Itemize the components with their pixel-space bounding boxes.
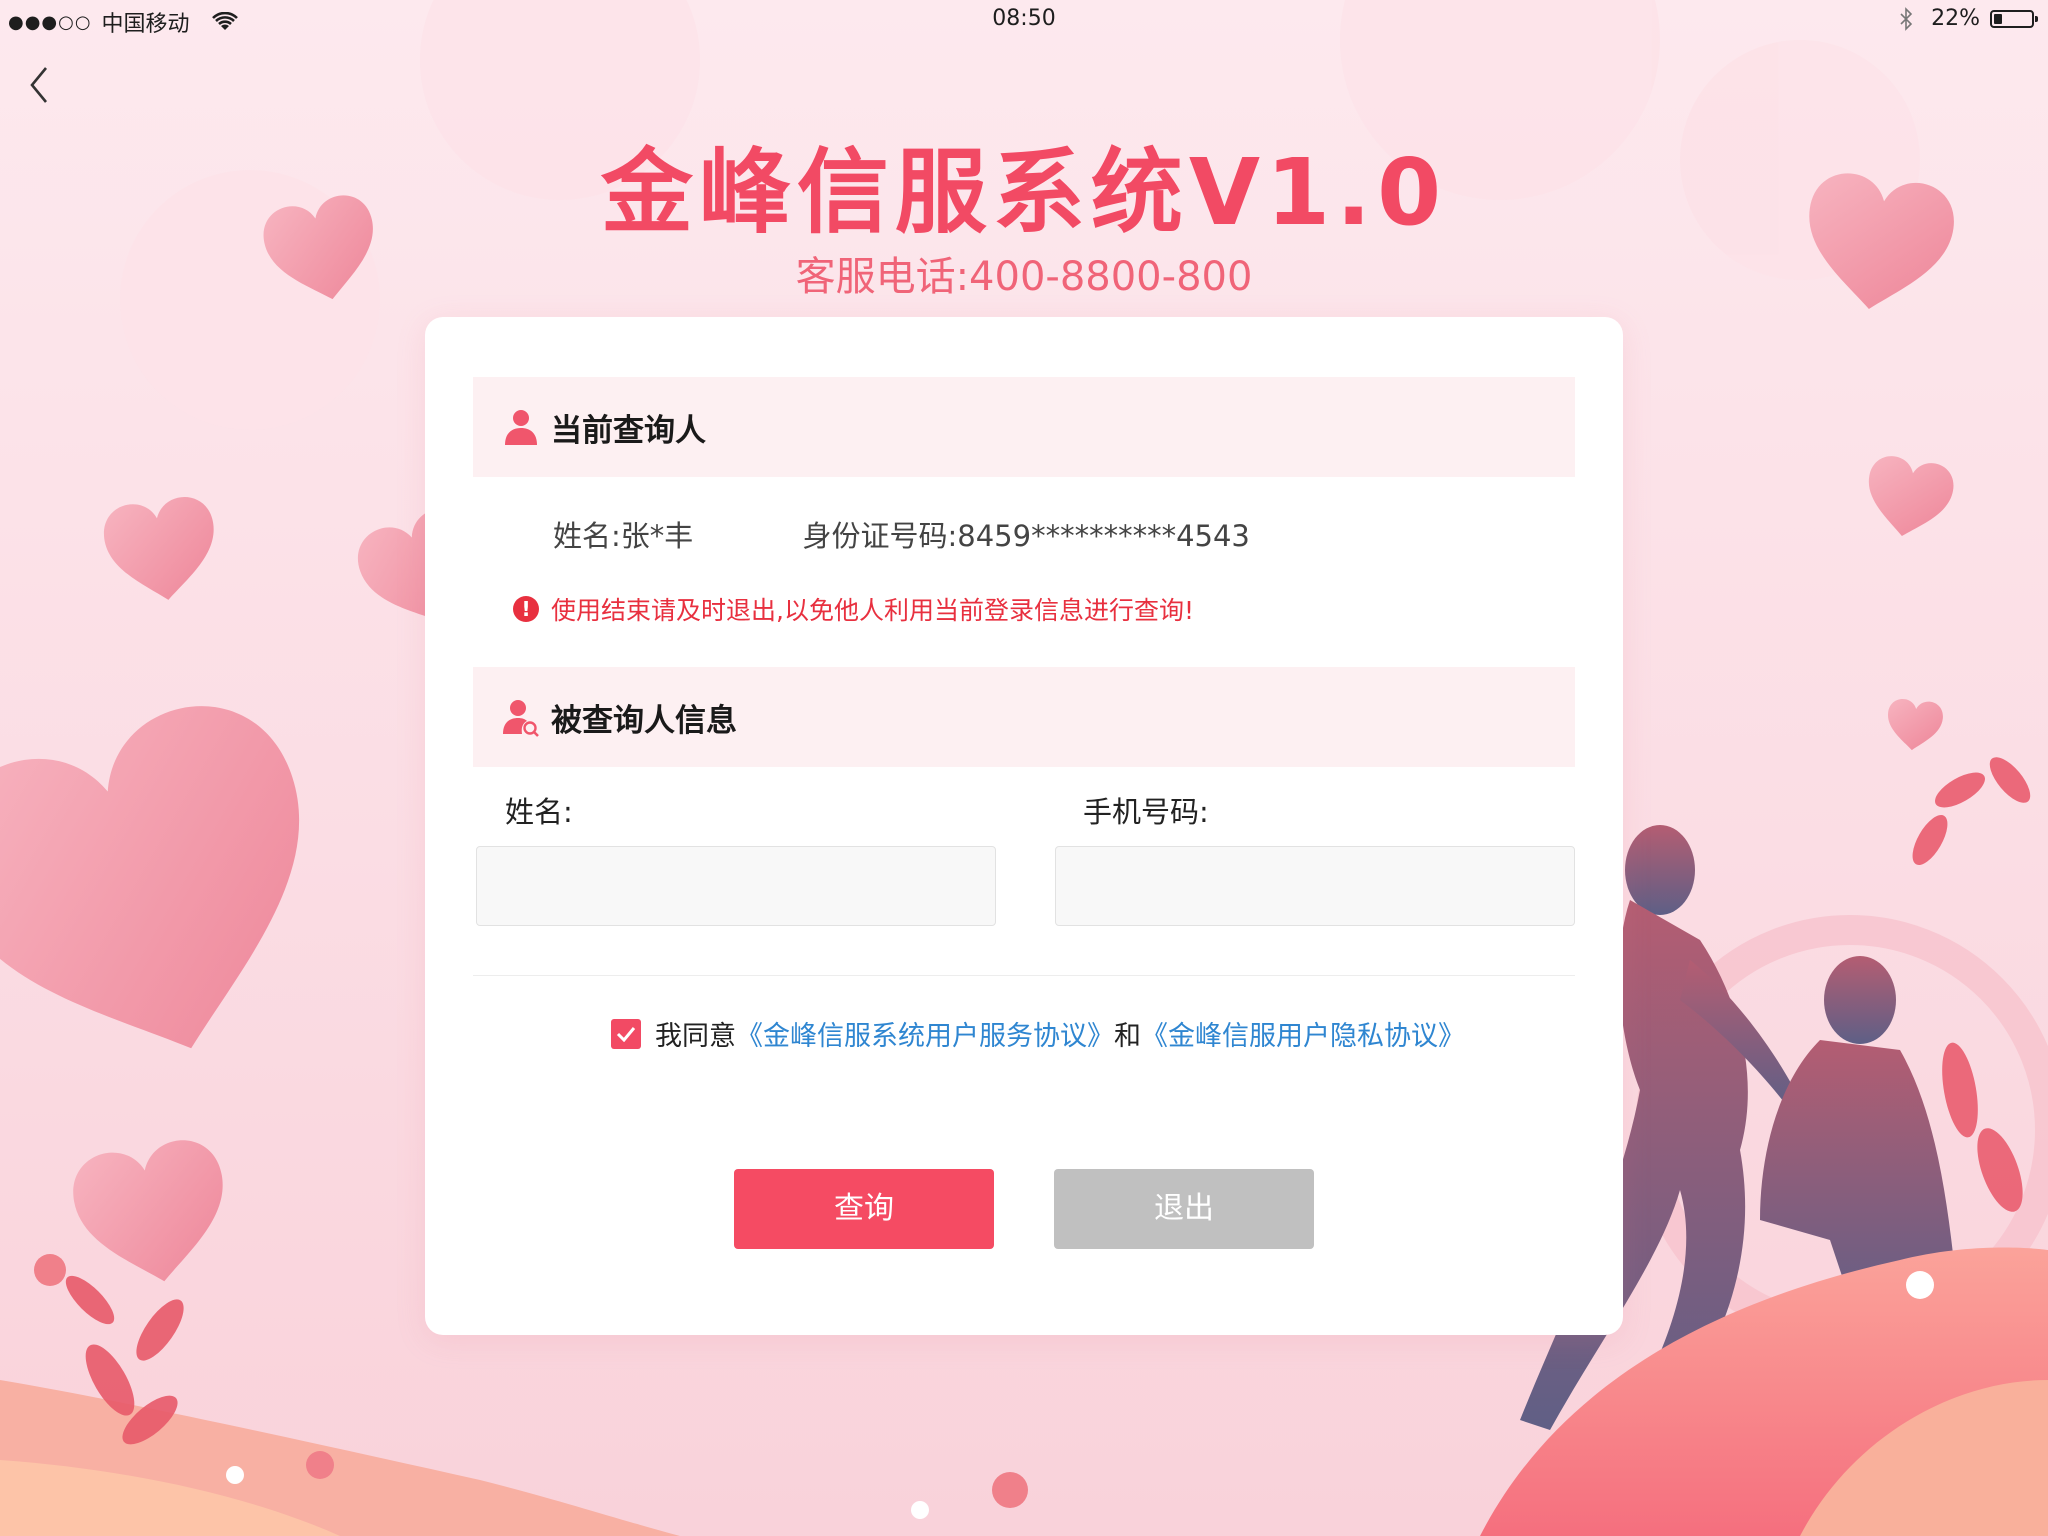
exit-button[interactable]: 退出 (1054, 1169, 1314, 1249)
logout-warning: ! 使用结束请及时退出,以免他人利用当前登录信息进行查询! (513, 591, 1194, 627)
warning-text: 使用结束请及时退出,以免他人利用当前登录信息进行查询! (551, 596, 1194, 625)
current-user-section-title: 当前查询人 (551, 412, 706, 449)
query-form-card: 当前查询人 姓名:张*丰 身份证号码:8459**********4543 ! … (425, 317, 1623, 1335)
heart-decoration (0, 681, 363, 1104)
current-user-id-number: 身份证号码:8459**********4543 (802, 519, 1250, 553)
divider (473, 975, 1575, 976)
checkmark-icon (616, 1026, 636, 1042)
query-button[interactable]: 查询 (734, 1169, 994, 1249)
name-field-label: 姓名: (505, 795, 573, 829)
user-search-icon (503, 700, 539, 737)
agreement-checkbox[interactable] (611, 1018, 641, 1049)
agreement-conjunction: 和 (1114, 1021, 1141, 1052)
privacy-agreement-link[interactable]: 《金峰信服用户隐私协议》 (1141, 1014, 1465, 1053)
heart-decoration (1884, 697, 1945, 753)
warning-icon: ! (513, 596, 539, 622)
battery-level (1994, 13, 2002, 24)
bluetooth-icon (1900, 6, 1913, 31)
name-input[interactable] (476, 846, 996, 926)
phone-field-label: 手机号码: (1083, 795, 1209, 829)
heart-decoration (1860, 452, 1958, 544)
status-bar-time: 08:50 (992, 6, 1056, 31)
current-user-name: 姓名:张*丰 (553, 519, 694, 553)
service-agreement-link[interactable]: 《金峰信服系统用户服务协议》 (736, 1014, 1114, 1053)
heart-decoration (66, 1134, 239, 1295)
status-bar: ●●●○○ 中国移动 08:50 22% (0, 0, 2048, 40)
user-icon (505, 410, 537, 445)
battery-percent: 22% (1931, 6, 1980, 31)
back-button[interactable] (20, 60, 60, 110)
chevron-left-icon (30, 67, 48, 103)
agreement-prefix: 我同意 (655, 1021, 736, 1052)
status-bar-right: 22% (1899, 6, 2038, 31)
queried-person-section-title: 被查询人信息 (551, 702, 737, 739)
heart-decoration (100, 493, 223, 608)
current-user-info: 姓名:张*丰 身份证号码:8459**********4543 (553, 513, 1250, 555)
queried-person-section-header: 被查询人信息 (473, 667, 1575, 767)
agreement-row: 我同意 《金峰信服系统用户服务协议》 和 《金峰信服用户隐私协议》 (611, 1014, 1465, 1053)
current-user-section-header: 当前查询人 (473, 377, 1575, 477)
phone-input[interactable] (1055, 846, 1575, 926)
customer-service-phone: 客服电话:400-8800-800 (795, 254, 1253, 300)
page-title: 金峰信服系统V1.0 (600, 139, 1448, 246)
battery-icon (1990, 9, 2038, 28)
